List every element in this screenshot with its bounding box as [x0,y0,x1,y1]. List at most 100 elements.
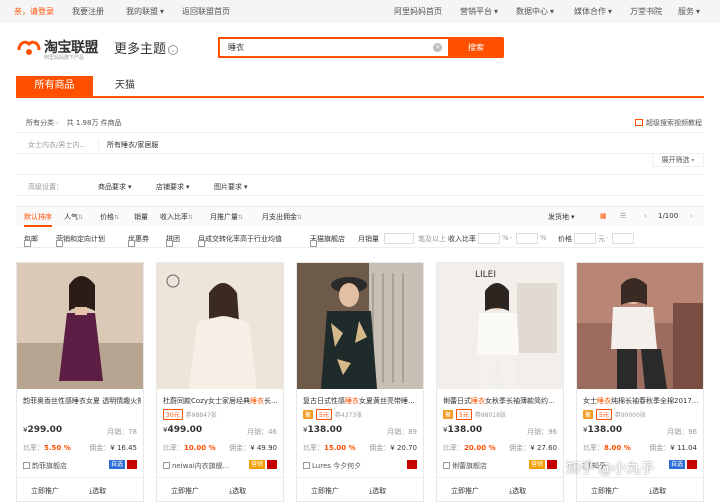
product-title[interactable]: 俐蕾日式睡衣女秋季长袖薄款简约... [443,396,561,406]
shipping-location-dropdown[interactable]: 发货地 ▾ [548,212,575,222]
chevron-down-circle-icon: ⌄ [168,44,179,55]
sort-price[interactable]: 价格⇅ [100,212,119,222]
product-card[interactable]: LILEI 俐蕾日式睡衣女秋季长袖薄款简约... 聚 5元 券98018张 ¥138.00… [436,262,564,502]
price-max-input[interactable] [612,233,634,244]
coupon-checkbox[interactable]: 优惠券 [128,234,149,247]
category-parent[interactable]: 女士内衣/男士内... [28,140,86,150]
search-box: × [218,37,448,58]
zhihu-watermark: 知乎 @小丸子 [566,461,655,477]
search-input[interactable] [220,39,420,56]
shipping-location-label: 发货地 [548,213,569,221]
super-search-tutorial-link[interactable]: 超级搜索视频教程 [635,118,702,128]
login-link[interactable]: 亲，请登录 [14,6,54,17]
sort-income-ratio[interactable]: 收入比率⇅ [160,212,193,222]
group-buy-checkbox[interactable]: 拼团 [166,234,180,247]
tab-all-products[interactable]: 所有商品 [16,76,93,96]
commission: 佣金：¥ 27.60 [509,443,557,453]
data-center-menu[interactable]: 数据中心 ▾ [516,6,554,17]
my-alliance-menu[interactable]: 我的联盟 ▾ [126,6,164,17]
product-title[interactable]: 韵菲奥香丝性感睡衣女夏 透明情趣火辣吊带睡裙 成人情趣睡衣短裙 [23,396,141,406]
shop-name[interactable]: 俐蕾旗舰店 [443,461,487,471]
shop-label: 俐蕾旗舰店 [452,462,487,470]
select-button[interactable]: ⤓选取 [649,486,666,496]
marketing-plan-checkbox[interactable]: 营销和定向计划 [56,234,105,247]
coupon-badge: 5元 [456,409,472,420]
sort-monthly-commission[interactable]: 月支出佣金⇅ [262,212,302,222]
category-selected[interactable]: 所有睡衣/家居服 [98,140,158,150]
product-title[interactable]: 女士睡衣纯棉长袖春秋季全棉2017... [583,396,701,406]
media-coop-menu[interactable]: 媒体合作 ▾ [574,6,612,17]
promote-button[interactable]: 立即推广 [311,486,339,496]
shop-name[interactable]: Lures 今夕何夕 [303,461,361,471]
sort-arrow-icon: ⇅ [297,214,303,221]
income-ratio-min-input[interactable] [478,233,500,244]
advanced-settings-label: 高级设置： [28,183,63,191]
commission-label: 佣金： [369,444,391,452]
product-image[interactable]: LILEI [437,263,563,389]
register-link[interactable]: 我要注册 [72,6,104,17]
marketing-platform-label: 营销平台 [460,7,492,16]
select-label: 选取 [372,487,387,495]
price-min-input[interactable] [574,233,596,244]
next-page-icon[interactable]: › [690,212,693,220]
chevron-down-icon: ▾ [186,183,190,191]
sort-arrow-icon: ⇅ [78,214,84,221]
select-button[interactable]: ⤓选取 [369,486,386,496]
shop-name[interactable]: 韵菲旗舰店 [23,461,67,471]
taobao-alliance-logo[interactable]: 淘宝联盟 阿里妈妈旗下产品 [16,36,106,62]
advanced-settings-row: 高级设置： 商品要求 ▾ 店铺要求 ▾ 图片要求 ▾ [16,174,704,196]
marketing-platform-menu[interactable]: 营销平台 ▾ [460,6,498,17]
sort-monthly-promo[interactable]: 月推广量⇅ [210,212,243,222]
promote-button[interactable]: 立即推广 [171,486,199,496]
title-keyword: 睡衣 [471,397,485,405]
title-text: 女士 [583,397,597,405]
monthly-sales-input[interactable] [384,233,414,244]
image-requirement-dropdown[interactable]: 图片要求 ▾ [214,182,248,192]
conversion-checkbox[interactable]: 月成交转化率高于行业均值 [198,234,282,247]
range-dash: - [510,234,513,242]
product-image[interactable] [17,263,143,389]
prev-page-icon[interactable]: ‹ [644,212,647,220]
sort-popularity[interactable]: 人气⇅ [64,212,83,222]
product-title[interactable]: 复古日式性感睡衣女夏黄丝亮带睡... [303,396,421,406]
grid-view-icon[interactable]: ▦ [600,212,607,220]
academy-link[interactable]: 万堂书院 [630,6,662,17]
product-image[interactable] [577,263,703,389]
service-menu[interactable]: 服务 ▾ [678,6,700,17]
badge-row: 聚 5元 券4373张 [303,409,362,420]
clear-icon[interactable]: × [433,43,442,52]
sort-default[interactable]: 默认排序 [24,212,52,227]
sort-sales[interactable]: 销量 [134,212,148,222]
income-ratio-max-input[interactable] [516,233,538,244]
select-button[interactable]: ⤓选取 [229,486,246,496]
item-requirement-dropdown[interactable]: 商品要求 ▾ [98,182,132,192]
select-button[interactable]: ⤓选取 [509,486,526,496]
above-label: 笔及以上 [418,235,446,243]
promote-button[interactable]: 立即推广 [591,486,619,496]
chevron-down-icon: ▾ [571,213,575,221]
expand-filter-button[interactable]: 展开筛选 ▾ [652,154,704,167]
ju-badge: 聚 [583,410,594,419]
product-image[interactable] [297,263,423,389]
alimama-home-link[interactable]: 阿里妈妈首页 [394,6,442,17]
product-card[interactable]: 杜蔚同款Cozy女士家居经典睡衣长... 30元 券98847张 ¥499.00 月销：… [156,262,284,502]
breadcrumb: 所有分类 › 共 1.98万 件商品 [26,118,122,128]
breadcrumb-all-categories[interactable]: 所有分类 [26,119,54,127]
free-shipping-checkbox[interactable]: 包邮 [24,234,38,247]
monthly-sales-label: 月销量 [358,235,379,243]
tmall-flagship-checkbox[interactable]: 天猫旗舰店 [310,234,345,247]
shop-requirement-dropdown[interactable]: 店铺要求 ▾ [156,182,190,192]
product-image[interactable] [157,263,283,389]
alliance-home-link[interactable]: 返回联盟首页 [182,6,230,17]
search-button[interactable]: 搜索 [448,37,504,58]
promote-button[interactable]: 立即推广 [451,486,479,496]
select-button[interactable]: ⤓选取 [89,486,106,496]
more-topics-menu[interactable]: 更多主题 ⌄ [114,38,179,57]
shop-name[interactable]: neiwai内衣旗舰... [163,461,229,471]
product-card[interactable]: 韵菲奥香丝性感睡衣女夏 透明情趣火辣吊带睡裙 成人情趣睡衣短裙 ¥299.00 月销… [16,262,144,502]
promote-button[interactable]: 立即推广 [31,486,59,496]
product-title[interactable]: 杜蔚同款Cozy女士家居经典睡衣长... [163,396,281,406]
product-card[interactable]: 复古日式性感睡衣女夏黄丝亮带睡... 聚 5元 券4373张 ¥138.00 月销：89 比… [296,262,424,502]
list-view-icon[interactable]: ☰ [620,212,626,220]
tab-tmall[interactable]: 天猫 [100,76,150,96]
